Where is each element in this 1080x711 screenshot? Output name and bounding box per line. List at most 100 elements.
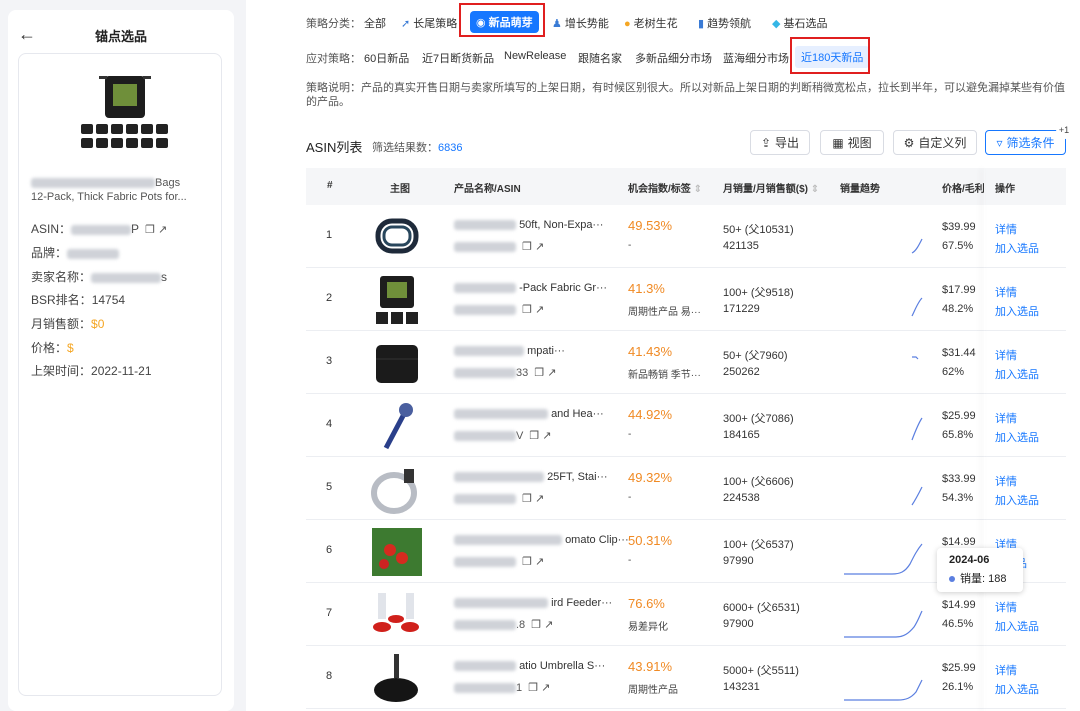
export-button[interactable]: ⇪ 导出 bbox=[750, 130, 810, 155]
product-name[interactable]: and Hea··· bbox=[454, 408, 604, 420]
blurred-text bbox=[454, 598, 548, 609]
product-image[interactable] bbox=[370, 463, 424, 515]
open-link-icon[interactable]: ↗ bbox=[158, 223, 167, 236]
sales-trend-sparkline[interactable] bbox=[842, 656, 926, 702]
add-to-selection-link[interactable]: 加入选品 bbox=[995, 366, 1039, 382]
open-link-icon[interactable]: ↗ bbox=[535, 303, 544, 316]
gross-margin: 62% bbox=[942, 366, 965, 378]
row-index: 1 bbox=[326, 229, 333, 241]
blurred-text bbox=[454, 283, 516, 294]
product-asin: 1 ❐ ↗ bbox=[454, 681, 550, 694]
series-dot-icon bbox=[949, 576, 955, 583]
detail-link[interactable]: 详情 bbox=[995, 473, 1017, 489]
filter-button[interactable]: ▿ 筛选条件 bbox=[985, 130, 1066, 155]
copy-icon[interactable]: ❐ bbox=[529, 429, 539, 442]
product-name[interactable]: mpati··· bbox=[454, 345, 565, 357]
asin-list-title: ASIN列表 bbox=[306, 140, 363, 155]
copy-icon[interactable]: ❐ bbox=[522, 555, 532, 568]
add-to-selection-link[interactable]: 加入选品 bbox=[995, 492, 1039, 508]
response-7d-outofstock[interactable]: 近7日断货新品 bbox=[422, 50, 494, 66]
detail-link[interactable]: 详情 bbox=[995, 599, 1017, 615]
open-link-icon[interactable]: ↗ bbox=[541, 681, 550, 694]
add-to-selection-link[interactable]: 加入选品 bbox=[995, 618, 1039, 634]
row-index: 8 bbox=[326, 670, 333, 682]
product-image[interactable] bbox=[370, 337, 424, 389]
category-trend[interactable]: ▮ 趋势领航 bbox=[698, 15, 751, 31]
response-blue-ocean[interactable]: 蓝海细分市场 bbox=[723, 50, 789, 66]
detail-link[interactable]: 详情 bbox=[995, 662, 1017, 678]
copy-icon[interactable]: ❐ bbox=[145, 223, 155, 236]
response-follow-masters[interactable]: 跟随名家 bbox=[578, 50, 622, 66]
product-image[interactable] bbox=[370, 526, 424, 578]
category-old-tree[interactable]: ● 老树生花 bbox=[624, 15, 678, 31]
sales-trend-sparkline[interactable] bbox=[842, 404, 926, 450]
product-name[interactable]: atio Umbrella S··· bbox=[454, 660, 605, 672]
main-panel: 策略分类： 全部 ➚ 长尾策略 ◉ 新品萌芽 ♟ 增长势能 ● 老树生花 ▮ 趋势领航 ◆… bbox=[246, 0, 1080, 711]
sales-trend-sparkline[interactable] bbox=[842, 593, 926, 639]
detail-link[interactable]: 详情 bbox=[995, 347, 1017, 363]
detail-link[interactable]: 详情 bbox=[995, 221, 1017, 237]
open-link-icon[interactable]: ↗ bbox=[535, 492, 544, 505]
product-name[interactable]: omato Clip··· bbox=[454, 534, 629, 546]
sales-trend-sparkline[interactable] bbox=[842, 530, 926, 576]
copy-icon[interactable]: ❐ bbox=[522, 492, 532, 505]
table-header: # 主图 产品名称/ASIN 机会指数/标签 ⇕ 月销量/月销售额($) ⇕ 销… bbox=[306, 168, 1066, 205]
price: $25.99 bbox=[942, 410, 976, 422]
col-monthly-sales[interactable]: 月销量/月销售额($) ⇕ bbox=[723, 180, 819, 195]
product-asin: 33 ❐ ↗ bbox=[454, 366, 556, 379]
product-image[interactable] bbox=[370, 589, 424, 641]
product-name[interactable]: 50ft, Non-Expa··· bbox=[454, 219, 603, 231]
monthly-revenue: 224538 bbox=[723, 492, 760, 504]
add-to-selection-link[interactable]: 加入选品 bbox=[995, 240, 1039, 256]
anchor-product-image bbox=[81, 76, 168, 148]
open-link-icon[interactable]: ↗ bbox=[535, 240, 544, 253]
detail-link[interactable]: 详情 bbox=[995, 284, 1017, 300]
response-multi-new-niche[interactable]: 多新品细分市场 bbox=[635, 50, 712, 66]
product-image[interactable] bbox=[370, 652, 424, 704]
product-name[interactable]: 25FT, Stai··· bbox=[454, 471, 608, 483]
sales-trend-sparkline[interactable] bbox=[842, 467, 926, 513]
product-image[interactable] bbox=[370, 400, 424, 452]
detail-link[interactable]: 详情 bbox=[995, 410, 1017, 426]
opportunity-tags: - bbox=[628, 492, 632, 503]
view-button[interactable]: ▦ 视图 bbox=[820, 130, 884, 155]
category-all[interactable]: 全部 bbox=[364, 15, 386, 31]
add-to-selection-link[interactable]: 加入选品 bbox=[995, 429, 1039, 445]
sales-trend-sparkline[interactable] bbox=[842, 341, 926, 387]
product-name[interactable]: ird Feeder··· bbox=[454, 597, 612, 609]
product-name[interactable]: -Pack Fabric Gr··· bbox=[454, 282, 607, 294]
custom-columns-button[interactable]: ⚙ 自定义列 bbox=[893, 130, 977, 155]
open-link-icon[interactable]: ↗ bbox=[544, 618, 553, 631]
add-to-selection-link[interactable]: 加入选品 bbox=[995, 303, 1039, 319]
monthly-sales: 100+ (父6606) bbox=[723, 476, 794, 488]
copy-icon[interactable]: ❐ bbox=[522, 303, 532, 316]
response-60d-new[interactable]: 60日新品 bbox=[364, 50, 409, 66]
monthly-sales: 50+ (父7960) bbox=[723, 350, 788, 362]
sales-trend-sparkline[interactable] bbox=[842, 215, 926, 261]
anchor-card: ← 锚点选品 Bags 12-Pack, Thick Fabric Pots f… bbox=[8, 10, 234, 711]
category-long-tail[interactable]: ➚ 长尾策略 bbox=[401, 15, 457, 31]
copy-icon[interactable]: ❐ bbox=[531, 618, 541, 631]
open-link-icon[interactable]: ↗ bbox=[535, 555, 544, 568]
product-image[interactable] bbox=[370, 274, 424, 326]
copy-icon[interactable]: ❐ bbox=[528, 681, 538, 694]
product-asin: .8 ❐ ↗ bbox=[454, 618, 553, 631]
copy-icon[interactable]: ❐ bbox=[534, 366, 544, 379]
copy-icon[interactable]: ❐ bbox=[522, 240, 532, 253]
blurred-text bbox=[71, 224, 132, 235]
product-image[interactable] bbox=[370, 211, 424, 263]
sales-trend-sparkline[interactable] bbox=[842, 278, 926, 324]
row-index: 2 bbox=[326, 292, 333, 304]
category-growth[interactable]: ♟ 增长势能 bbox=[552, 15, 609, 31]
open-link-icon[interactable]: ↗ bbox=[547, 366, 556, 379]
open-link-icon[interactable]: ↗ bbox=[542, 429, 551, 442]
sort-icon: ⇕ bbox=[693, 184, 702, 195]
highlight-box-response bbox=[790, 37, 870, 74]
monthly-revenue: 171229 bbox=[723, 303, 760, 315]
response-new-release[interactable]: NewRelease bbox=[504, 50, 566, 62]
panel-title: 锚点选品 bbox=[94, 29, 147, 44]
table-row: 3 mpati··· 33 ❐ ↗ 41.43% 新品畅销 季节··· 50+ (父796… bbox=[306, 331, 1066, 394]
col-opportunity[interactable]: 机会指数/标签 ⇕ bbox=[628, 180, 702, 195]
category-cornerstone[interactable]: ◆ 基石选品 bbox=[772, 15, 827, 31]
add-to-selection-link[interactable]: 加入选品 bbox=[995, 681, 1039, 697]
